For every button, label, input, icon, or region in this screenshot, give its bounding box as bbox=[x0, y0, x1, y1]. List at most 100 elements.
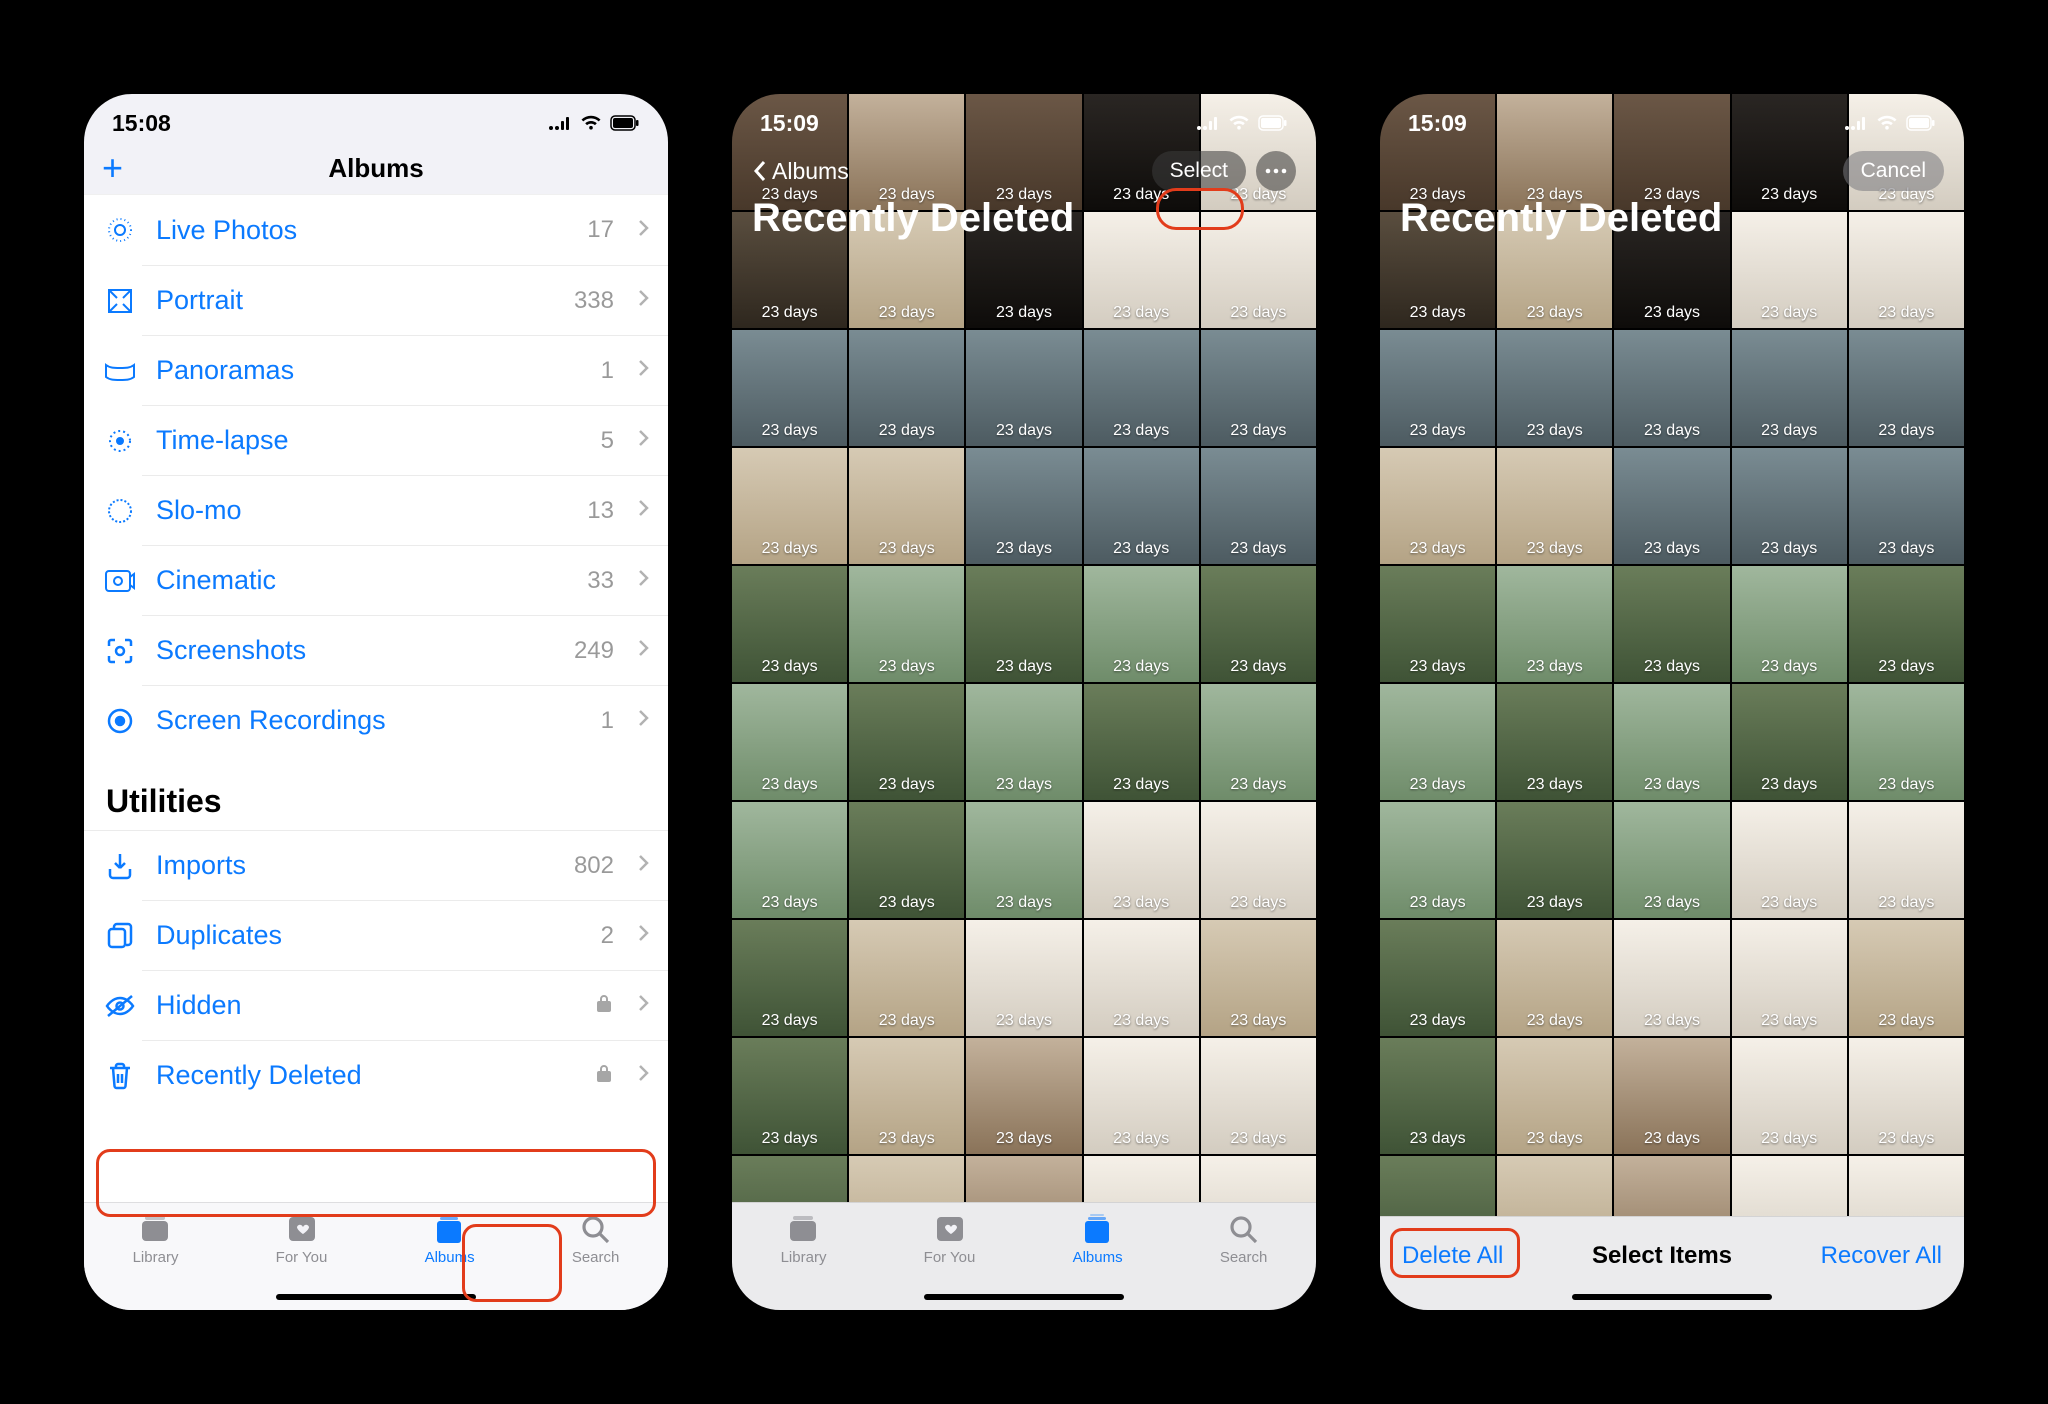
photo-thumbnail[interactable]: 23 days bbox=[1497, 448, 1612, 564]
photo-thumbnail[interactable]: 23 days bbox=[966, 684, 1081, 800]
photo-thumbnail[interactable]: 23 days bbox=[732, 566, 847, 682]
photo-thumbnail[interactable]: 23 days bbox=[1614, 566, 1729, 682]
photo-thumbnail[interactable]: 23 days bbox=[1497, 1156, 1612, 1216]
utility-row-duplicates[interactable]: Duplicates 2 bbox=[142, 900, 668, 970]
photo-thumbnail[interactable]: 23 days bbox=[966, 330, 1081, 446]
photo-thumbnail[interactable]: 23 days bbox=[1614, 448, 1729, 564]
photo-thumbnail[interactable]: 23 days bbox=[849, 1156, 964, 1202]
photo-thumbnail[interactable]: 23 days bbox=[1732, 1038, 1847, 1154]
photo-thumbnail[interactable]: 23 days bbox=[1849, 684, 1964, 800]
photo-thumbnail[interactable]: 23 days bbox=[1084, 566, 1199, 682]
photo-thumbnail[interactable]: 23 days bbox=[1849, 920, 1964, 1036]
photo-thumbnail[interactable]: 23 days bbox=[1849, 802, 1964, 918]
photo-thumbnail[interactable]: 23 days bbox=[849, 448, 964, 564]
photo-thumbnail[interactable]: 23 days bbox=[966, 920, 1081, 1036]
photo-thumbnail[interactable]: 23 days bbox=[1201, 566, 1316, 682]
home-indicator[interactable] bbox=[1572, 1294, 1772, 1300]
media-type-row[interactable]: Screenshots 249 bbox=[142, 615, 668, 685]
photo-thumbnail[interactable]: 23 days bbox=[1084, 330, 1199, 446]
home-indicator[interactable] bbox=[276, 1294, 476, 1300]
photo-thumbnail[interactable]: 23 days bbox=[1497, 684, 1612, 800]
photo-thumbnail[interactable]: 23 days bbox=[1380, 566, 1495, 682]
photo-thumbnail[interactable]: 23 days bbox=[1380, 920, 1495, 1036]
photo-thumbnail[interactable]: 23 days bbox=[1614, 684, 1729, 800]
photo-thumbnail[interactable]: 23 days bbox=[966, 566, 1081, 682]
photo-thumbnail[interactable]: 23 days bbox=[1614, 802, 1729, 918]
photo-thumbnail[interactable]: 23 days bbox=[1084, 802, 1199, 918]
media-type-row[interactable]: Time-lapse 5 bbox=[142, 405, 668, 475]
media-type-row[interactable]: Live Photos 17 bbox=[84, 195, 668, 265]
tab-library[interactable]: Library bbox=[781, 1213, 827, 1310]
photo-thumbnail[interactable]: 23 days bbox=[732, 1038, 847, 1154]
photo-thumbnail[interactable]: 23 days bbox=[732, 1156, 847, 1202]
photo-thumbnail[interactable]: 23 days bbox=[732, 330, 847, 446]
utility-row-imports[interactable]: Imports 802 bbox=[84, 830, 668, 900]
photo-thumbnail[interactable]: 23 days bbox=[1380, 802, 1495, 918]
photo-thumbnail[interactable]: 23 days bbox=[1201, 1156, 1316, 1202]
recover-all-button[interactable]: Recover All bbox=[1821, 1242, 1942, 1270]
photo-thumbnail[interactable]: 23 days bbox=[1849, 448, 1964, 564]
photo-thumbnail[interactable]: 23 days bbox=[1614, 1156, 1729, 1216]
utility-row-recently-deleted[interactable]: Recently Deleted bbox=[142, 1040, 668, 1110]
photo-thumbnail[interactable]: 23 days bbox=[1732, 1156, 1847, 1216]
photo-thumbnail[interactable]: 23 days bbox=[849, 920, 964, 1036]
photo-thumbnail[interactable]: 23 days bbox=[1614, 1038, 1729, 1154]
photo-thumbnail[interactable]: 23 days bbox=[966, 448, 1081, 564]
thumbnail-grid[interactable]: 15:09 Albums Select bbox=[732, 94, 1316, 1202]
photo-thumbnail[interactable]: 23 days bbox=[849, 684, 964, 800]
photo-thumbnail[interactable]: 23 days bbox=[1497, 802, 1612, 918]
photo-thumbnail[interactable]: 23 days bbox=[1084, 684, 1199, 800]
photo-thumbnail[interactable]: 23 days bbox=[1201, 802, 1316, 918]
photo-thumbnail[interactable]: 23 days bbox=[849, 1038, 964, 1154]
photo-thumbnail[interactable]: 23 days bbox=[1201, 330, 1316, 446]
photo-thumbnail[interactable]: 23 days bbox=[732, 802, 847, 918]
photo-thumbnail[interactable]: 23 days bbox=[1084, 1156, 1199, 1202]
photo-thumbnail[interactable]: 23 days bbox=[1732, 330, 1847, 446]
select-button[interactable]: Select bbox=[1152, 151, 1246, 191]
media-type-row[interactable]: Slo-mo 13 bbox=[142, 475, 668, 545]
photo-thumbnail[interactable]: 23 days bbox=[1849, 566, 1964, 682]
photo-thumbnail[interactable]: 23 days bbox=[1732, 802, 1847, 918]
home-indicator[interactable] bbox=[924, 1294, 1124, 1300]
photo-thumbnail[interactable]: 23 days bbox=[1497, 920, 1612, 1036]
photo-thumbnail[interactable]: 23 days bbox=[1084, 1038, 1199, 1154]
photo-thumbnail[interactable]: 23 days bbox=[1380, 1038, 1495, 1154]
more-button[interactable] bbox=[1256, 151, 1296, 191]
cancel-button[interactable]: Cancel bbox=[1843, 151, 1944, 191]
media-type-row[interactable]: Portrait 338 bbox=[142, 265, 668, 335]
photo-thumbnail[interactable]: 23 days bbox=[1201, 684, 1316, 800]
photo-thumbnail[interactable]: 23 days bbox=[1380, 448, 1495, 564]
photo-thumbnail[interactable]: 23 days bbox=[1732, 566, 1847, 682]
tab-library[interactable]: Library bbox=[133, 1213, 179, 1310]
photo-thumbnail[interactable]: 23 days bbox=[1201, 920, 1316, 1036]
photo-thumbnail[interactable]: 23 days bbox=[732, 920, 847, 1036]
photo-thumbnail[interactable]: 23 days bbox=[1732, 448, 1847, 564]
photo-thumbnail[interactable]: 23 days bbox=[1380, 1156, 1495, 1216]
photo-thumbnail[interactable]: 23 days bbox=[1380, 684, 1495, 800]
utility-row-hidden[interactable]: Hidden bbox=[142, 970, 668, 1040]
add-album-button[interactable]: + bbox=[102, 150, 123, 186]
photo-thumbnail[interactable]: 23 days bbox=[849, 330, 964, 446]
photo-thumbnail[interactable]: 23 days bbox=[1614, 330, 1729, 446]
photo-thumbnail[interactable]: 23 days bbox=[1497, 330, 1612, 446]
photo-thumbnail[interactable]: 23 days bbox=[966, 1038, 1081, 1154]
photo-thumbnail[interactable]: 23 days bbox=[1614, 920, 1729, 1036]
photo-thumbnail[interactable]: 23 days bbox=[849, 566, 964, 682]
photo-thumbnail[interactable]: 23 days bbox=[1380, 330, 1495, 446]
photo-thumbnail[interactable]: 23 days bbox=[732, 684, 847, 800]
photo-thumbnail[interactable]: 23 days bbox=[1201, 448, 1316, 564]
media-type-row[interactable]: Screen Recordings 1 bbox=[142, 685, 668, 755]
photo-thumbnail[interactable]: 23 days bbox=[1201, 1038, 1316, 1154]
photo-thumbnail[interactable]: 23 days bbox=[849, 802, 964, 918]
photo-thumbnail[interactable]: 23 days bbox=[1849, 1156, 1964, 1216]
photo-thumbnail[interactable]: 23 days bbox=[1732, 684, 1847, 800]
media-type-row[interactable]: Cinematic 33 bbox=[142, 545, 668, 615]
back-button[interactable]: Albums bbox=[752, 158, 849, 185]
photo-thumbnail[interactable]: 23 days bbox=[732, 448, 847, 564]
photo-thumbnail[interactable]: 23 days bbox=[1084, 448, 1199, 564]
photo-thumbnail[interactable]: 23 days bbox=[1849, 330, 1964, 446]
tab-search[interactable]: Search bbox=[572, 1213, 620, 1310]
thumbnail-grid[interactable]: 15:09 Cancel Recently Deleted 23 days23 … bbox=[1380, 94, 1964, 1216]
photo-thumbnail[interactable]: 23 days bbox=[1732, 920, 1847, 1036]
photo-thumbnail[interactable]: 23 days bbox=[1497, 1038, 1612, 1154]
